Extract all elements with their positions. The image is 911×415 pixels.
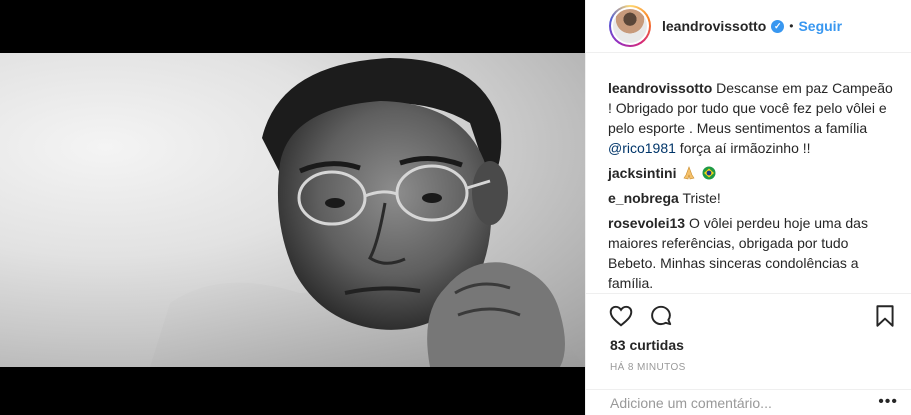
mention-link[interactable]: @rico1981 [608,140,676,156]
caption: leandrovissotto Descanse em paz Campeão … [608,78,898,158]
comment-username[interactable]: leandrovissotto [608,80,712,96]
comment-username[interactable]: jacksintini [608,165,676,181]
comment-username[interactable]: rosevolei13 [608,215,685,231]
comment-username[interactable]: e_nobrega [608,190,679,206]
list-item: e_nobrega Triste! [608,188,898,208]
comment-icon[interactable] [648,303,674,329]
list-item: rosevolei13 O vôlei perdeu hoje uma das … [608,213,898,293]
post-photo[interactable] [0,53,585,367]
list-item: jacksintini [608,163,898,183]
header-username[interactable]: leandrovissotto [662,18,766,34]
post-timestamp[interactable]: HÁ 8 MINUTOS [610,362,686,373]
post-header: leandrovissotto ✓ • Seguir [586,0,911,53]
verified-badge-icon: ✓ [771,19,785,33]
avatar-image [613,9,647,43]
heart-icon[interactable] [608,303,634,329]
praying-hands-emoji [683,166,695,180]
follow-button[interactable]: Seguir [798,18,842,34]
separator-dot: • [789,19,794,33]
brazil-flag-emoji [702,166,716,180]
avatar[interactable] [609,5,651,47]
bookmark-icon[interactable] [872,303,898,329]
comment-input[interactable] [610,394,860,411]
more-options-icon[interactable]: ••• [878,394,898,410]
avatar-ring [611,7,649,45]
post-side-panel: leandrovissotto ✓ • Seguir leandrovissot… [585,0,911,415]
portrait-image [150,58,585,367]
action-bar [586,293,911,333]
comment-text: Triste! [682,190,721,206]
post-media-frame [0,0,585,415]
add-comment-bar: ••• [586,389,911,415]
comment-text: força aí irmãozinho !! [675,140,811,156]
likes-count[interactable]: 83 curtidas [610,337,684,353]
comments-list: leandrovissotto Descanse em paz Campeão … [608,78,898,298]
